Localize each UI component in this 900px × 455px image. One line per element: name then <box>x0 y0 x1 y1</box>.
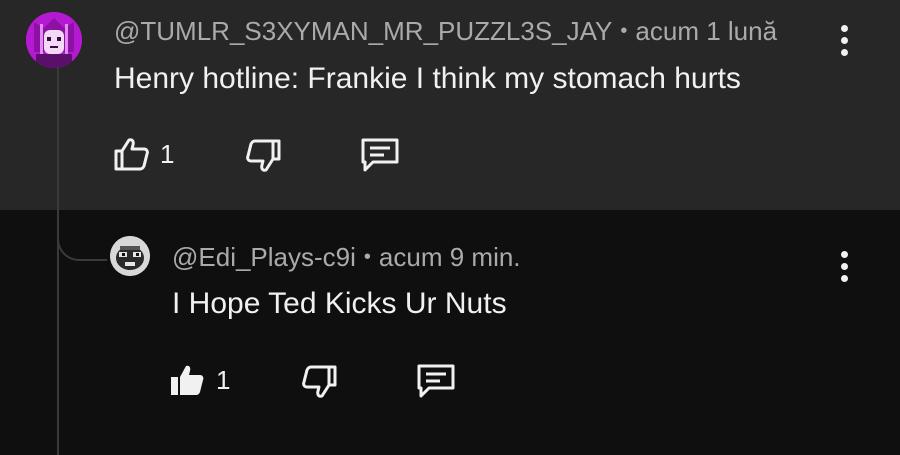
author-avatar[interactable] <box>26 12 82 68</box>
comment-text: Henry hotline: Frankie I think my stomac… <box>114 62 741 95</box>
thread-connector <box>57 205 107 261</box>
thumbs-up-filled-icon <box>171 365 204 395</box>
more-dot <box>840 48 848 56</box>
thumbs-down-icon <box>246 139 281 172</box>
comment-dislike-button[interactable] <box>243 138 283 174</box>
meta-separator: • <box>363 246 371 268</box>
reply-comment-icon <box>417 364 455 398</box>
thread-line <box>57 68 59 455</box>
reply-dislike-button[interactable] <box>299 364 339 400</box>
more-vertical-icon <box>840 250 848 258</box>
comment-meta: @TUMLR_S3XYMAN_MR_PUZZL3S_JAY • acum 1 lun… <box>114 16 777 47</box>
more-vertical-icon <box>840 24 848 32</box>
reply-meta: @Edi_Plays-c9i • acum 9 min. <box>172 242 521 273</box>
reply-time[interactable]: acum 9 min. <box>379 242 521 272</box>
reply-author-avatar[interactable] <box>110 236 150 276</box>
reply-text: I Hope Ted Kicks Ur Nuts <box>172 287 507 320</box>
reply-reply-button[interactable] <box>414 362 458 400</box>
comment-author[interactable]: @TUMLR_S3XYMAN_MR_PUZZL3S_JAY <box>114 16 612 46</box>
comment-like-button[interactable]: 1 <box>112 136 174 172</box>
comment-more-button[interactable] <box>832 20 856 60</box>
reply-author[interactable]: @Edi_Plays-c9i <box>172 242 356 272</box>
reply-comment-icon <box>361 138 399 172</box>
avatar-image <box>26 12 82 68</box>
more-dot <box>840 262 848 270</box>
comment-time[interactable]: acum 1 lună <box>635 16 777 46</box>
avatar-image <box>110 236 150 276</box>
reply-like-count: 1 <box>216 364 231 395</box>
more-dot <box>840 36 848 44</box>
thumbs-down-icon <box>302 365 337 398</box>
reply-more-button[interactable] <box>832 246 856 286</box>
more-dot <box>840 274 848 282</box>
comment-like-count: 1 <box>160 138 175 169</box>
meta-separator: • <box>620 20 628 42</box>
thumbs-up-icon <box>114 138 149 171</box>
comment-reply-button[interactable] <box>358 136 402 174</box>
reply-like-button[interactable]: 1 <box>168 362 230 398</box>
